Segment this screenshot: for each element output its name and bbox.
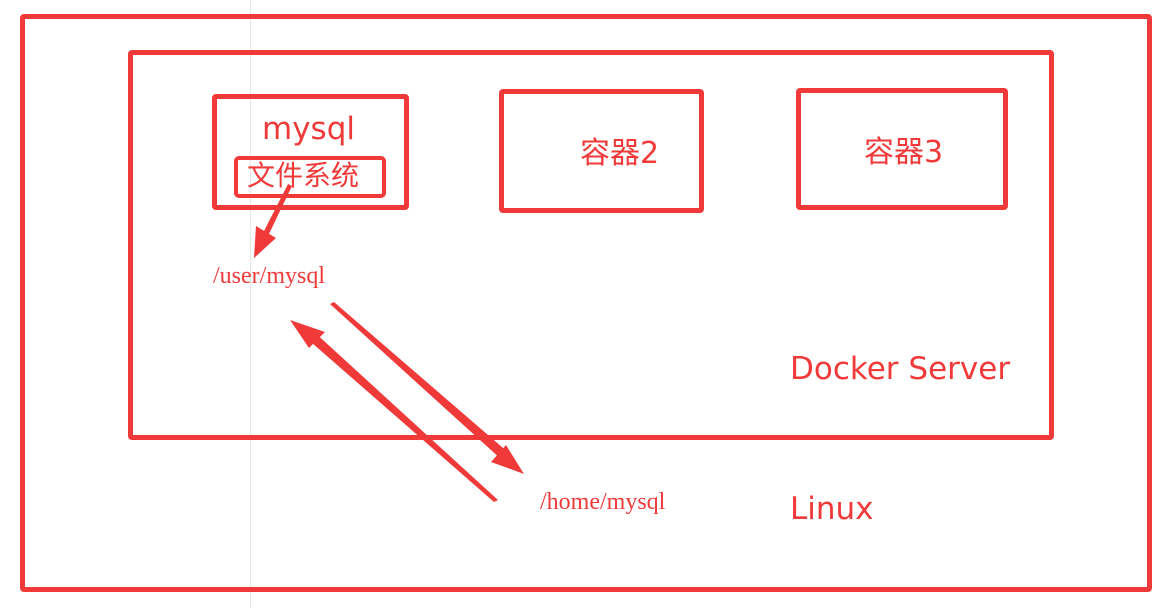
diagram-canvas: mysql 文件系统 容器2 容器3 /user/mysql /home/mys… bbox=[0, 0, 1176, 608]
sync-arrow bbox=[290, 302, 524, 502]
mount-arrow-down bbox=[254, 184, 292, 258]
arrows-layer bbox=[254, 184, 524, 502]
